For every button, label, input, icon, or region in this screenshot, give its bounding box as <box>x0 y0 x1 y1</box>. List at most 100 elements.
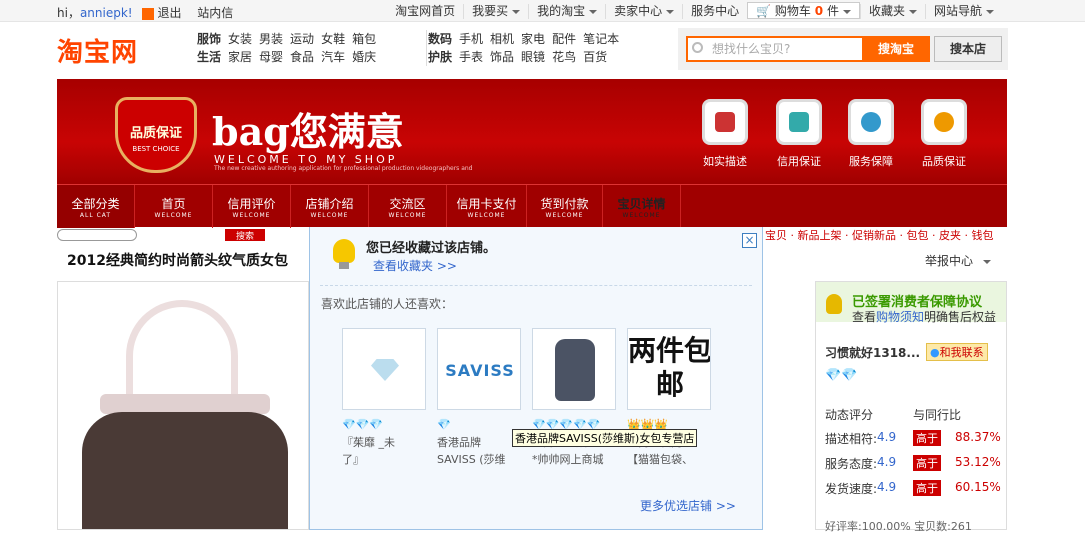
category-label[interactable]: 护肤 <box>428 50 452 64</box>
banner-link-credit[interactable]: 信用保证 <box>769 99 829 169</box>
category-link[interactable]: 箱包 <box>352 32 376 46</box>
rating-header-label: 动态评分 <box>825 408 874 422</box>
popup-divider <box>320 285 752 286</box>
shopping-notes-link[interactable]: 购物须知 <box>876 310 924 324</box>
search-bar: 想找什么宝贝? 搜淘宝 搜本店 <box>678 28 1008 70</box>
category-link[interactable]: 手机 <box>459 32 483 46</box>
more-shops-link[interactable]: 更多优选店铺 >> <box>640 497 736 514</box>
shop-search-input[interactable] <box>57 229 137 241</box>
rating-score[interactable]: 4.9 <box>877 455 896 469</box>
my-taobao-label: 我的淘宝 <box>537 4 586 18</box>
rating-label: 描述相符: <box>825 432 878 446</box>
category-link[interactable]: 汽车 <box>321 50 345 64</box>
category-link[interactable]: 女鞋 <box>321 32 345 46</box>
chevron-down-icon <box>512 9 521 14</box>
messages-link[interactable]: 站内信 <box>197 6 233 20</box>
home-link[interactable]: 淘宝网首页 <box>387 4 463 19</box>
category-link[interactable]: 花鸟 <box>552 50 576 64</box>
site-nav: hi，anniepk! 退出 站内信 淘宝网首页 我要买 我的淘宝 卖家中心 服… <box>0 0 1085 22</box>
shop-quick-links[interactable]: 宝贝 · 新品上架 · 促销新品 · 包包 · 皮夹 · 钱包 <box>765 227 1007 243</box>
my-taobao-menu[interactable]: 我的淘宝 <box>528 4 605 19</box>
nav-home[interactable]: 首页 WELCOME <box>135 185 213 228</box>
shop-name[interactable]: 『茱靡 _未 了』 <box>342 434 426 468</box>
category-link[interactable]: 手表 <box>459 50 483 64</box>
shop-search-button[interactable]: 搜索 <box>225 229 265 242</box>
nav-label: 宝贝详情 <box>617 197 666 211</box>
nav-sublabel: WELCOME <box>310 212 349 219</box>
nav-all-categories[interactable]: 全部分类 ALL CAT <box>57 185 135 228</box>
product-image[interactable] <box>57 281 309 530</box>
report-center-menu[interactable]: 举报中心 <box>925 252 992 269</box>
banner-link-description[interactable]: 如实描述 <box>695 99 755 169</box>
nav-sublabel: WELCOME <box>467 212 506 219</box>
favorites-menu[interactable]: 收藏夹 <box>859 4 925 19</box>
category-link[interactable]: 食品 <box>290 50 314 64</box>
nav-shop-intro[interactable]: 店铺介绍 WELCOME <box>291 185 369 228</box>
username-link[interactable]: anniepk! <box>80 6 133 20</box>
category-link[interactable]: 家居 <box>228 50 252 64</box>
banner-link-service[interactable]: 服务保障 <box>841 99 901 169</box>
quality-badge-logo: 品质保证 BEST CHOICE <box>115 97 197 173</box>
category-label[interactable]: 生活 <box>197 50 221 64</box>
category-link[interactable]: 婚庆 <box>352 50 376 64</box>
contact-button[interactable]: ●和我联系 <box>926 343 988 361</box>
category-link[interactable]: 笔记本 <box>583 32 619 46</box>
category-link[interactable]: 眼镜 <box>521 50 545 64</box>
nav-cod[interactable]: 货到付款 WELCOME <box>527 185 603 228</box>
seller-center-menu[interactable]: 卖家中心 <box>605 4 682 19</box>
nav-credit-rating[interactable]: 信用评价 WELCOME <box>213 185 291 228</box>
shop-thumbnail[interactable] <box>532 328 616 410</box>
category-link[interactable]: 配件 <box>552 32 576 46</box>
rating-percent: 53.12% <box>955 455 1001 469</box>
shop-thumbnail[interactable]: 两件包邮 <box>627 328 711 410</box>
rating-score[interactable]: 4.9 <box>877 430 896 444</box>
view-favorites-link[interactable]: 查看收藏夹 >> <box>373 257 457 274</box>
banner-link-quality[interactable]: 品质保证 <box>914 99 974 169</box>
category-link[interactable]: 运动 <box>290 32 314 46</box>
badge-text: 品质保证 <box>129 126 182 141</box>
rating-score[interactable]: 4.9 <box>877 480 896 494</box>
category-label[interactable]: 服饰 <box>197 32 221 46</box>
search-input[interactable]: 想找什么宝贝? <box>686 36 862 62</box>
category-label[interactable]: 数码 <box>428 32 452 46</box>
nav-sublabel: WELCOME <box>388 212 427 219</box>
nav-credit-card[interactable]: 信用卡支付 WELCOME <box>447 185 527 228</box>
cart-menu[interactable]: 🛒 购物车 0 件 <box>747 2 860 19</box>
search-icon <box>692 42 703 53</box>
search-taobao-button[interactable]: 搜淘宝 <box>862 36 930 62</box>
category-link[interactable]: 女装 <box>228 32 252 46</box>
service-center-link[interactable]: 服务中心 <box>682 4 747 19</box>
nav-forum[interactable]: 交流区 WELCOME <box>369 185 447 228</box>
recommended-shop[interactable]: 💎💎💎💎💎 电商包包双包包*帅帅网上商城 <box>532 328 616 468</box>
nav-sublabel: WELCOME <box>154 212 193 219</box>
lightbulb-icon <box>333 239 355 263</box>
category-link[interactable]: 家电 <box>521 32 545 46</box>
shop-thumbnail[interactable] <box>342 328 426 410</box>
search-shop-button[interactable]: 搜本店 <box>934 36 1002 62</box>
taobao-logo[interactable]: 淘宝网 <box>57 32 138 69</box>
buy-menu[interactable]: 我要买 <box>463 4 528 19</box>
site-nav-menu[interactable]: 网站导航 <box>924 4 1002 19</box>
nav-item-details[interactable]: 宝贝详情 WELCOME <box>603 185 681 228</box>
recommended-shop[interactable]: 两件包邮 👑👑👑 时尚包装网【猫猫包袋、 <box>627 328 711 468</box>
shop-thumbnail[interactable]: SAVISS <box>437 328 521 410</box>
cart-unit: 件 <box>826 4 839 18</box>
category-link[interactable]: 男装 <box>259 32 283 46</box>
category-link[interactable]: 饰品 <box>490 50 514 64</box>
recommended-shop[interactable]: 💎💎💎 『茱靡 _未 了』 <box>342 328 426 468</box>
banner-link-label: 如实描述 <box>703 155 747 168</box>
logout-label: 退出 <box>157 6 182 20</box>
shop-name[interactable]: 香港品牌 SAVISS (莎维 <box>437 434 521 468</box>
also-like-label: 喜欢此店铺的人还喜欢： <box>321 297 454 311</box>
category-link[interactable]: 相机 <box>490 32 514 46</box>
guarantee-text: 查看购物须知明确售后权益 <box>852 308 996 325</box>
seller-diamond-icons: 💎💎 <box>825 368 858 383</box>
guarantee-post: 明确售后权益 <box>924 310 997 324</box>
banner-link-label: 信用保证 <box>777 155 821 168</box>
logout-link[interactable]: 退出 <box>142 6 187 20</box>
category-link[interactable]: 百货 <box>583 50 607 64</box>
seller-name[interactable]: 习惯就好1318... <box>825 344 920 361</box>
category-link[interactable]: 母婴 <box>259 50 283 64</box>
close-icon[interactable]: × <box>742 233 757 248</box>
recommended-shop[interactable]: SAVISS 💎 香港品牌 SAVISS (莎维 <box>437 328 521 468</box>
